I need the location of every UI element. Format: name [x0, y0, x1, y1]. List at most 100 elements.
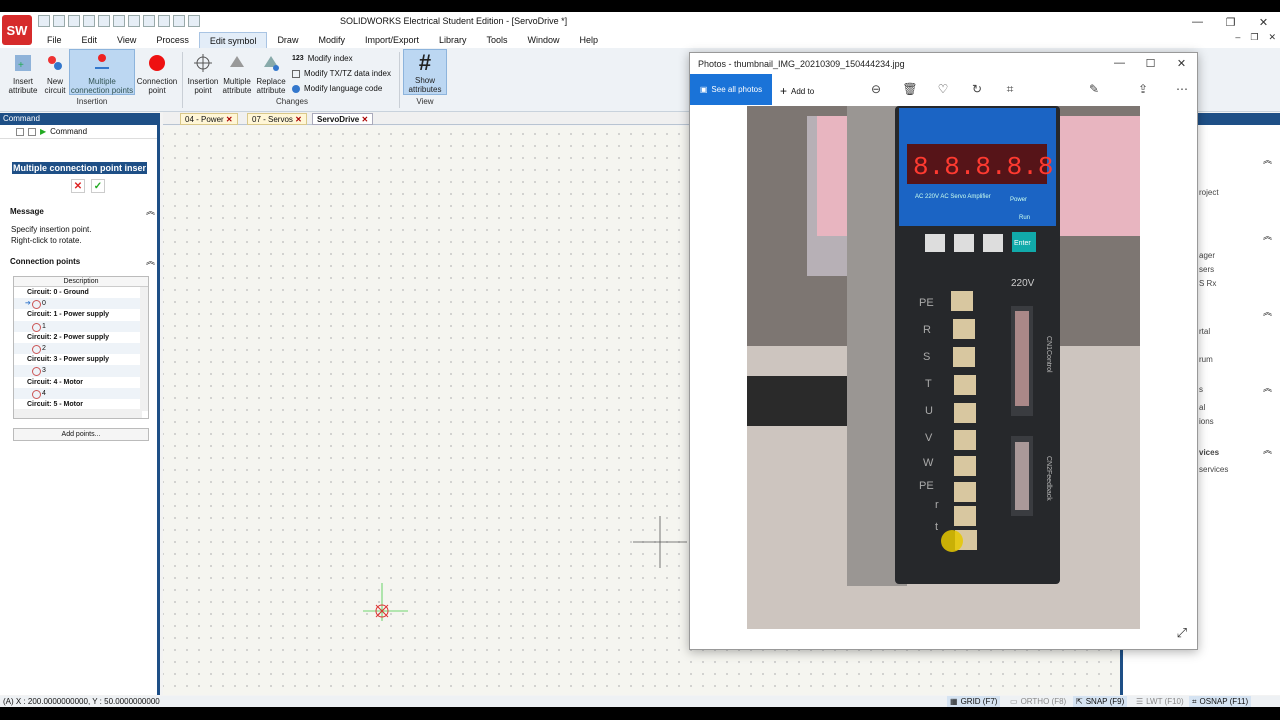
- tab-servodrive[interactable]: ServoDrive ✕: [312, 113, 374, 125]
- maximize-button[interactable]: ☐: [1135, 53, 1166, 73]
- table-row[interactable]: 4: [14, 387, 148, 399]
- close-button[interactable]: ✕: [1166, 53, 1197, 73]
- tab-command[interactable]: Command: [50, 127, 87, 136]
- table-row[interactable]: Circuit: 2 - Power supply: [14, 332, 148, 343]
- right-panel-item[interactable]: sers: [1199, 265, 1214, 274]
- table-row[interactable]: Circuit: 1 - Power supply: [14, 309, 148, 320]
- table-row[interactable]: Circuit: 0 - Ground: [14, 287, 148, 298]
- collapse-chevron-icon[interactable]: ︽: [146, 254, 155, 267]
- zoom-icon[interactable]: ⊖: [868, 82, 884, 96]
- replace-attribute-button[interactable]: Replace attribute: [254, 50, 288, 95]
- solidworks-logo-icon[interactable]: SW: [2, 15, 32, 45]
- maximize-button[interactable]: ❐: [1214, 12, 1247, 32]
- right-panel-item[interactable]: services: [1199, 465, 1228, 474]
- close-button[interactable]: ✕: [1247, 12, 1280, 32]
- menu-process[interactable]: Process: [146, 32, 199, 48]
- mdi-close-button[interactable]: ✕: [1268, 32, 1276, 43]
- snap-toggle[interactable]: ⇱ SNAP (F9): [1073, 696, 1128, 707]
- delete-icon[interactable]: 🗑: [902, 82, 918, 96]
- connection-point-button[interactable]: Connection point: [136, 50, 178, 95]
- grid-toggle[interactable]: ▦ GRID (F7): [947, 696, 1001, 707]
- menu-edit-symbol[interactable]: Edit symbol: [198, 32, 268, 48]
- right-panel-item[interactable]: roject: [1199, 188, 1219, 197]
- fullscreen-icon[interactable]: ⤢: [1177, 625, 1187, 641]
- menu-library[interactable]: Library: [429, 32, 477, 48]
- save-icon[interactable]: [53, 15, 65, 27]
- play-icon[interactable]: ▶: [40, 127, 46, 136]
- share-icon[interactable]: ⇪: [1135, 82, 1151, 96]
- right-panel-item[interactable]: s: [1199, 385, 1203, 394]
- redo-icon[interactable]: [98, 15, 110, 27]
- collapse-chevron-icon[interactable]: ︽: [1263, 153, 1272, 166]
- collapse-chevron-icon[interactable]: ︽: [1263, 229, 1272, 242]
- cut-icon[interactable]: [113, 15, 125, 27]
- tab-04-power[interactable]: 04 - Power ✕: [180, 113, 238, 125]
- collapse-chevron-icon[interactable]: ︽: [1263, 305, 1272, 318]
- menu-draw[interactable]: Draw: [267, 32, 308, 48]
- minimize-button[interactable]: —: [1181, 12, 1214, 32]
- add-points-button[interactable]: Add points...: [13, 428, 149, 441]
- mdi-minimize-button[interactable]: –: [1235, 32, 1240, 43]
- table-row[interactable]: ➔ 0: [14, 298, 148, 310]
- print-icon[interactable]: [188, 15, 200, 27]
- edit-icon[interactable]: ✎: [1086, 82, 1102, 96]
- collapse-chevron-icon[interactable]: ︽: [1263, 443, 1272, 456]
- favorite-icon[interactable]: ♡: [935, 82, 951, 96]
- table-row[interactable]: Circuit: 3 - Power supply: [14, 354, 148, 365]
- multiple-attribute-button[interactable]: Multiple attribute: [221, 50, 253, 95]
- right-panel-item[interactable]: ions: [1199, 417, 1214, 426]
- right-panel-item[interactable]: al: [1199, 403, 1205, 412]
- menu-view[interactable]: View: [107, 32, 146, 48]
- osnap-toggle[interactable]: ⌗ OSNAP (F11): [1189, 696, 1252, 707]
- menu-help[interactable]: Help: [570, 32, 609, 48]
- right-panel-item[interactable]: rum: [1199, 355, 1213, 364]
- show-attributes-button[interactable]: # Show attributes: [403, 49, 447, 95]
- menu-file[interactable]: File: [37, 32, 72, 48]
- close-tab-icon[interactable]: ✕: [295, 115, 302, 124]
- menu-tools[interactable]: Tools: [477, 32, 518, 48]
- right-panel-item[interactable]: S Rx: [1199, 279, 1216, 288]
- minimize-button[interactable]: —: [1104, 53, 1135, 73]
- new-circuit-button[interactable]: New circuit: [42, 50, 68, 95]
- collapse-chevron-icon[interactable]: ︽: [146, 204, 155, 217]
- ortho-toggle[interactable]: ▭ ORTHO (F8): [1010, 696, 1066, 707]
- vertical-scrollbar[interactable]: [140, 287, 148, 411]
- new-icon[interactable]: [38, 15, 50, 27]
- right-panel-item[interactable]: ager: [1199, 251, 1215, 260]
- menu-modify[interactable]: Modify: [308, 32, 355, 48]
- modify-index-button[interactable]: 123 Modify index: [292, 54, 353, 63]
- paste-icon[interactable]: [143, 15, 155, 27]
- ok-button[interactable]: ✓: [91, 179, 105, 193]
- photo-image[interactable]: 8.8.8.8.8 AC 220V AC Servo Amplifier Pow…: [747, 106, 1140, 629]
- modify-tx-tz-button[interactable]: Modify TX/TZ data index: [292, 69, 391, 78]
- undo-icon[interactable]: [83, 15, 95, 27]
- rotate-icon[interactable]: ↻: [969, 82, 985, 96]
- table-row[interactable]: 1: [14, 320, 148, 332]
- right-panel-item[interactable]: rtal: [1199, 327, 1210, 336]
- close-tab-icon[interactable]: ✕: [226, 115, 233, 124]
- right-panel-item[interactable]: vices: [1199, 448, 1219, 457]
- panel-icon[interactable]: [28, 127, 36, 136]
- insertion-point-button[interactable]: Insertion point: [186, 50, 220, 95]
- zoom-icon[interactable]: [158, 15, 170, 27]
- menu-import-export[interactable]: Import/Export: [355, 32, 429, 48]
- mdi-restore-button[interactable]: ❐: [1250, 32, 1258, 43]
- insert-attribute-button[interactable]: + Insert attribute: [6, 50, 40, 95]
- menu-edit[interactable]: Edit: [72, 32, 108, 48]
- table-row[interactable]: 2: [14, 342, 148, 355]
- see-all-photos-button[interactable]: ▣ See all photos: [690, 74, 772, 105]
- add-to-button[interactable]: + Add to: [780, 84, 814, 98]
- table-row[interactable]: Circuit: 4 - Motor: [14, 377, 148, 388]
- pan-icon[interactable]: [173, 15, 185, 27]
- crop-icon[interactable]: ⌗: [1002, 82, 1018, 97]
- open-icon[interactable]: [68, 15, 80, 27]
- copy-icon[interactable]: [128, 15, 140, 27]
- tab-07-servos[interactable]: 07 - Servos ✕: [247, 113, 307, 125]
- more-icon[interactable]: ⋯: [1174, 82, 1190, 96]
- close-tab-icon[interactable]: ✕: [361, 115, 368, 124]
- panel-icon[interactable]: [16, 127, 24, 136]
- multiple-connection-points-button[interactable]: Multiple connection points: [69, 49, 135, 95]
- table-row[interactable]: 3: [14, 365, 148, 377]
- lwt-toggle[interactable]: ☰ LWT (F10): [1136, 696, 1184, 707]
- modify-language-code-button[interactable]: Modify language code: [292, 84, 382, 93]
